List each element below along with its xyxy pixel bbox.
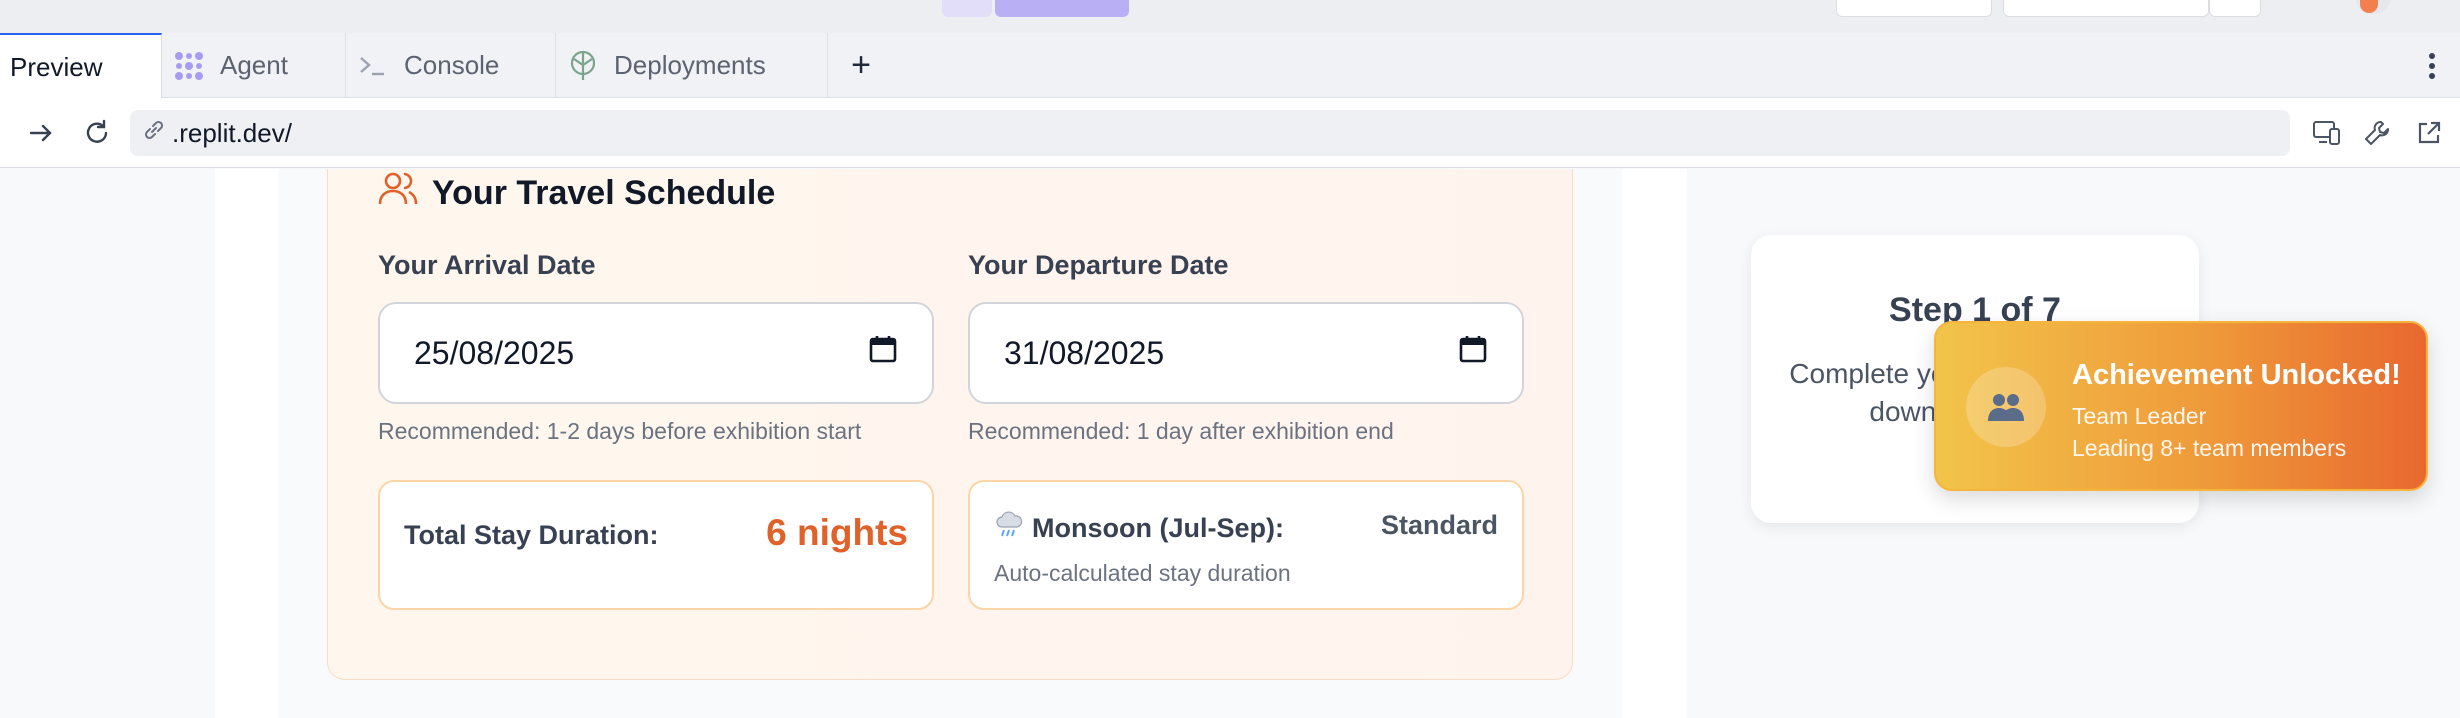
toolbar-button[interactable] xyxy=(2209,0,2261,17)
url-input[interactable]: .replit.dev/ xyxy=(130,110,2290,156)
achievement-toast[interactable]: Achievement Unlocked! Team Leader Leadin… xyxy=(1934,321,2428,491)
stay-duration-label: Total Stay Duration: xyxy=(404,520,659,550)
stay-duration-box: Total Stay Duration: 6 nights xyxy=(378,480,934,610)
arrival-date-input[interactable]: 25/08/2025 xyxy=(378,302,934,404)
agent-icon xyxy=(172,49,206,83)
stay-duration-value: 6 nights xyxy=(766,512,908,553)
deployments-icon xyxy=(566,49,600,83)
team-icon xyxy=(1966,367,2046,447)
departure-date-input[interactable]: 31/08/2025 xyxy=(968,302,1524,404)
tab-agent[interactable]: Agent xyxy=(162,33,346,98)
departure-label: Your Departure Date xyxy=(968,250,1229,280)
schedule-title: Your Travel Schedule xyxy=(432,174,776,212)
departure-hint: Recommended: 1 day after exhibition end xyxy=(968,418,1394,444)
tab-label: Agent xyxy=(220,50,288,80)
calendar-icon[interactable] xyxy=(1458,334,1488,372)
replit-logo-button[interactable] xyxy=(942,0,992,17)
rain-cloud-icon xyxy=(994,510,1024,547)
toast-line-1: Team Leader xyxy=(2072,403,2207,429)
toolbar-button[interactable] xyxy=(1836,0,1992,17)
preview-page: Your Travel Schedule Your Arrival Date Y… xyxy=(0,169,2460,718)
refresh-icon[interactable] xyxy=(78,114,116,152)
season-label-row: Monsoon (Jul-Sep): xyxy=(994,510,1284,547)
season-value: Standard xyxy=(1380,510,1498,540)
toast-title: Achievement Unlocked! xyxy=(2072,359,2401,391)
terminal-icon xyxy=(356,49,390,83)
tab-label: Console xyxy=(404,50,500,80)
calendar-icon[interactable] xyxy=(868,334,898,372)
tab-label: Preview xyxy=(10,51,103,82)
users-icon xyxy=(378,170,418,217)
departure-date-value: 31/08/2025 xyxy=(1004,334,1165,371)
more-options-icon[interactable] xyxy=(2420,33,2444,98)
tab-deployments[interactable]: Deployments xyxy=(556,33,828,98)
top-toolbar-strip xyxy=(0,0,2460,33)
tab-bar: Preview Agent Console Deployments + xyxy=(0,33,2460,99)
link-icon xyxy=(142,118,166,149)
wrench-icon[interactable] xyxy=(2358,114,2396,152)
open-external-icon[interactable] xyxy=(2410,114,2448,152)
season-note: Auto-calculated stay duration xyxy=(994,560,1291,586)
arrival-label: Your Arrival Date xyxy=(378,250,596,280)
forward-arrow-icon[interactable] xyxy=(22,114,60,152)
arrival-date-value: 25/08/2025 xyxy=(414,334,575,371)
travel-schedule-card: Your Travel Schedule Your Arrival Date Y… xyxy=(327,169,1573,680)
url-text: .replit.dev/ xyxy=(172,117,292,148)
season-label: Monsoon (Jul-Sep): xyxy=(1032,513,1284,543)
section-title: Your Travel Schedule xyxy=(378,170,775,217)
season-box: Monsoon (Jul-Sep): Standard Auto-calcula… xyxy=(968,480,1524,610)
run-button[interactable] xyxy=(995,0,1129,17)
add-tab-button[interactable]: + xyxy=(846,33,876,98)
tab-preview[interactable]: Preview xyxy=(0,33,162,99)
toast-line-2: Leading 8+ team members xyxy=(2072,435,2347,461)
tab-label: Deployments xyxy=(614,50,766,80)
address-bar: .replit.dev/ xyxy=(0,98,2460,168)
tab-console[interactable]: Console xyxy=(346,33,556,98)
toolbar-button[interactable] xyxy=(2003,0,2209,17)
arrival-hint: Recommended: 1-2 days before exhibition … xyxy=(378,418,862,444)
device-preview-icon[interactable] xyxy=(2308,114,2346,152)
